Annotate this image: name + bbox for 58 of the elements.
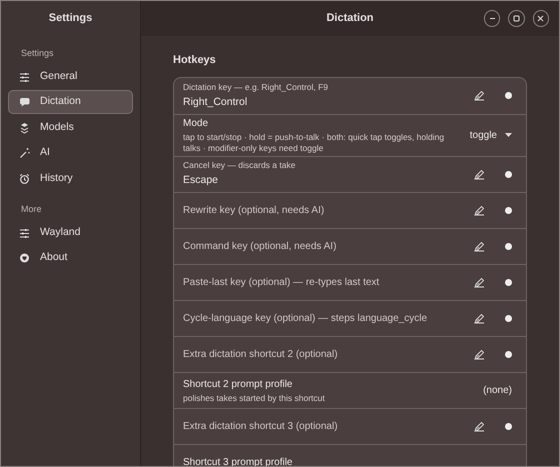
sidebar-item[interactable]: Dictation (8, 90, 133, 114)
maximize-icon (513, 15, 520, 22)
sidebar-item[interactable]: About (8, 246, 133, 270)
minimize-icon (488, 15, 496, 22)
sidebar-item[interactable]: Models (8, 116, 133, 140)
sidebar-title: Settings (48, 11, 94, 26)
magic-wand-icon (19, 147, 30, 159)
section-title: Hotkeys (173, 53, 217, 68)
pencil-icon (474, 90, 484, 101)
pencil-icon (474, 204, 484, 216)
field-label: Rewrite key (optional, needs AI) (183, 204, 326, 218)
window-title: Dictation (326, 11, 374, 26)
edit-button[interactable] (472, 275, 486, 289)
sidebar-item[interactable]: Wayland (8, 220, 133, 244)
sliders-icon (19, 70, 30, 82)
edit-button[interactable] (472, 311, 486, 325)
field-value: Right_Control (183, 94, 248, 110)
stack-icon (19, 122, 30, 134)
pencil-icon (474, 420, 484, 432)
field-label: Extra dictation shortcut 3 (optional) (183, 420, 339, 434)
field-label: Paste-last key (optional) — re-types last text (183, 276, 380, 290)
field-label: Mode (183, 117, 210, 131)
field-label: Cancel key — discards a take (183, 159, 296, 172)
sliders-icon (19, 226, 30, 238)
edit-button[interactable] (472, 203, 486, 217)
pencil-icon (474, 276, 484, 288)
edit-button[interactable] (472, 167, 486, 181)
dropdown[interactable]: (none) (483, 382, 512, 398)
field-label: Extra dictation shortcut 2 (optional) (183, 348, 339, 362)
field-label: Dictation key — e.g. Right_Control, F9 (183, 80, 330, 94)
speech-bubble-icon (19, 96, 30, 108)
pencil-icon (474, 348, 484, 360)
pencil-icon (474, 240, 484, 252)
sidebar-heading: More (20, 203, 43, 216)
edit-button[interactable] (472, 88, 486, 102)
close-icon (537, 15, 544, 22)
sidebar-item[interactable]: General (8, 64, 133, 88)
field-label: Command key (optional, needs AI) (183, 240, 338, 254)
field-description: polishes takes started by this shortcut (183, 392, 326, 404)
field-description: tap to start/stop · hold = push-to-talk · both: quick tap toggles, holding talks · modifier-only keys need toggle (183, 132, 446, 154)
close-button[interactable] (532, 10, 549, 27)
sidebar-item[interactable]: AI (8, 141, 133, 165)
sidebar-item[interactable]: History (8, 166, 133, 190)
edit-button[interactable] (472, 239, 486, 253)
pencil-icon (474, 312, 484, 324)
field-label: Cycle-language key (optional) — steps language_cycle (183, 312, 428, 326)
field-label: Shortcut 2 prompt profile (183, 378, 294, 392)
alarm-clock-icon (19, 172, 30, 184)
minimize-button[interactable] (484, 10, 500, 27)
edit-button[interactable] (472, 347, 486, 361)
shield-icon (19, 252, 30, 264)
field-value: Escape (183, 173, 220, 188)
sidebar-heading: Settings (20, 47, 55, 60)
dropdown[interactable]: toggle (470, 128, 512, 142)
pencil-icon (474, 168, 484, 180)
edit-button[interactable] (472, 419, 486, 433)
caret-down-icon (505, 133, 512, 137)
maximize-button[interactable] (508, 10, 525, 27)
